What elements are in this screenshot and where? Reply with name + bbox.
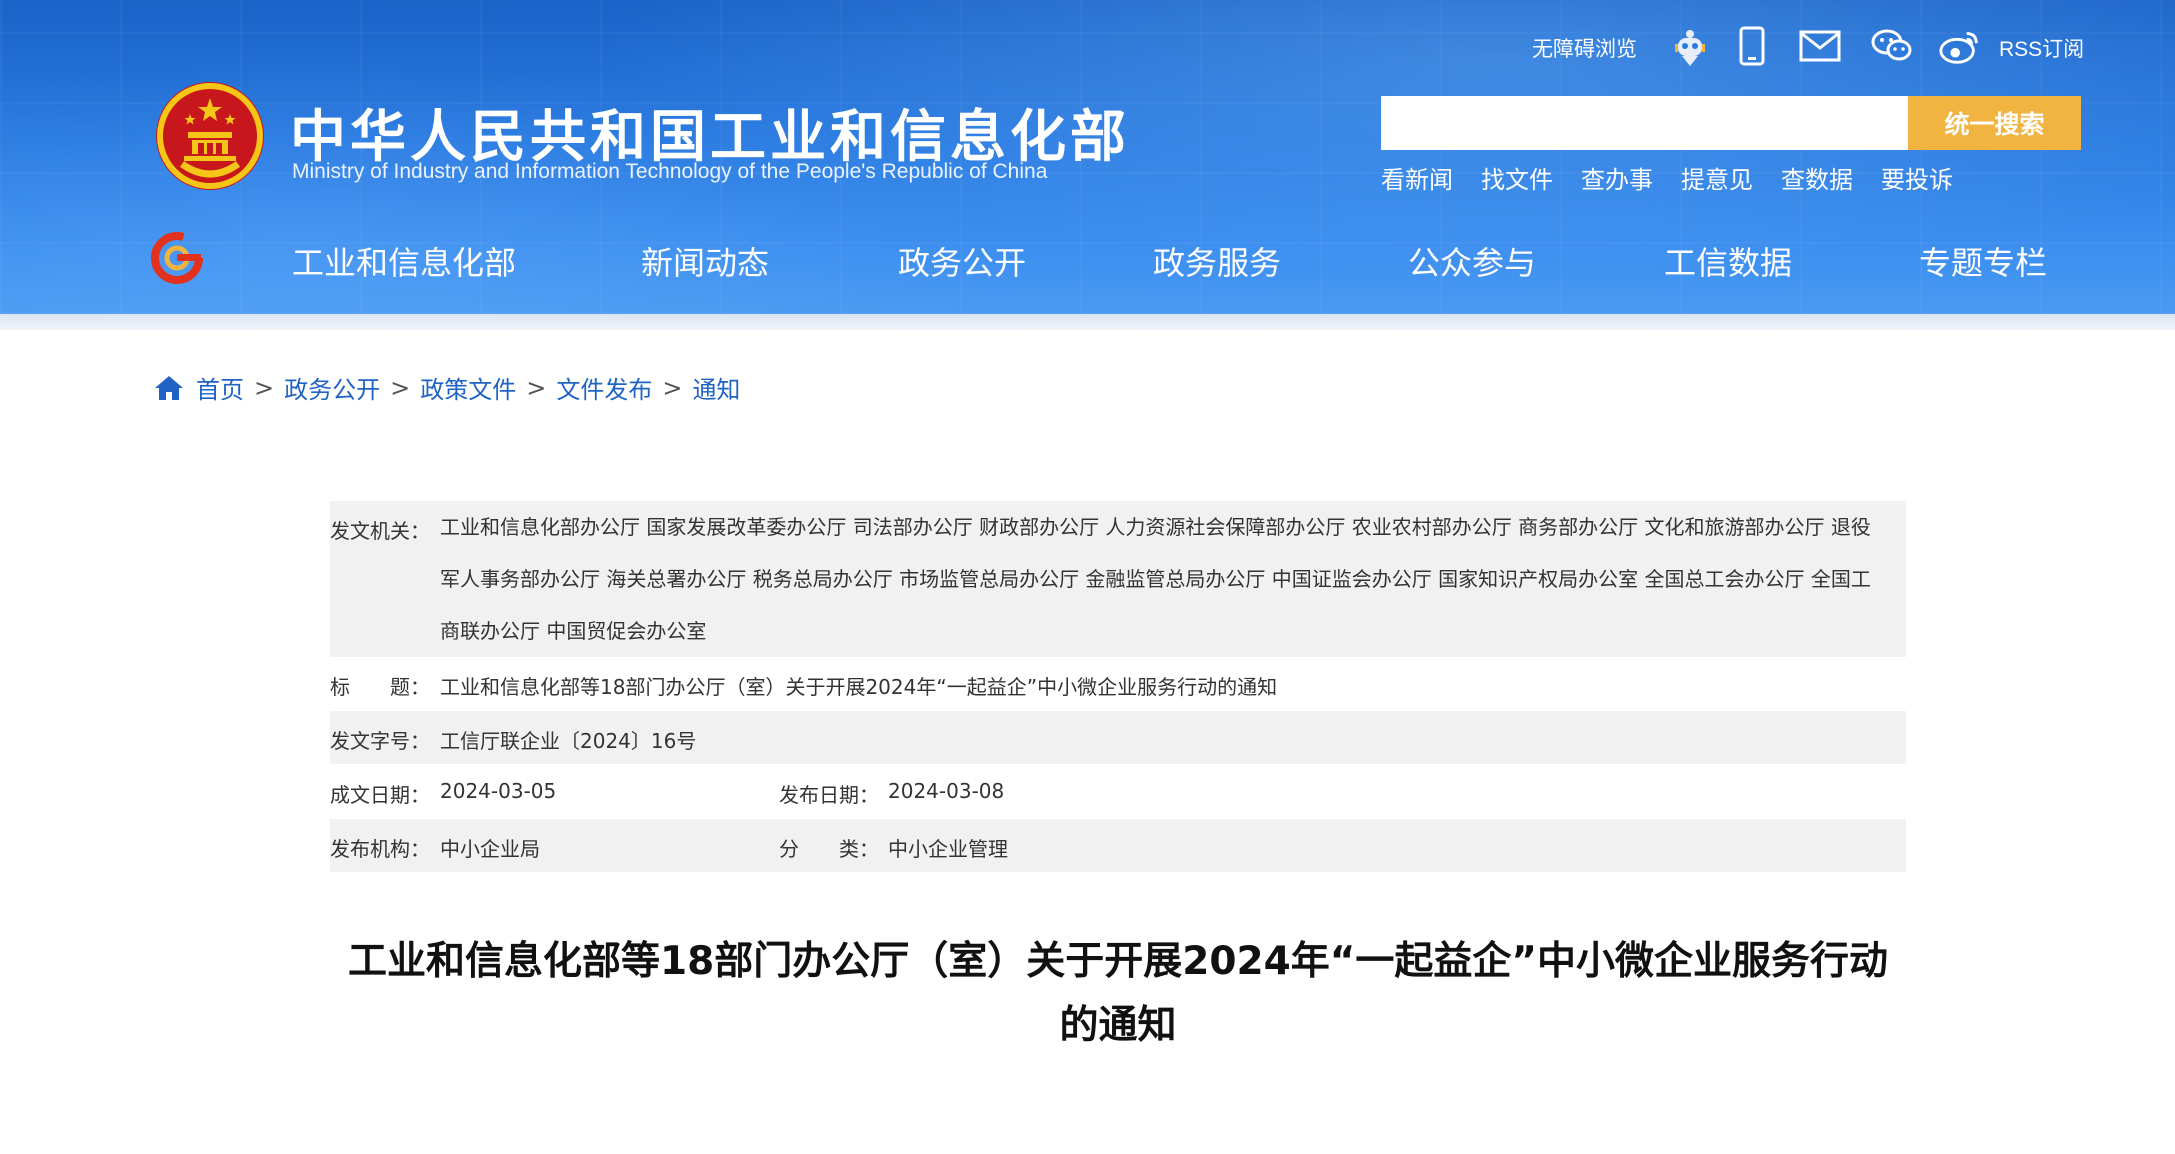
nav-item-gov-services[interactable]: 政务服务	[1153, 238, 1281, 284]
mail-icon[interactable]	[1798, 24, 1842, 68]
quick-link-files[interactable]: 找文件	[1481, 160, 1553, 195]
docno-value: 工信厅联企业〔2024〕16号	[440, 729, 697, 753]
search-input[interactable]	[1381, 96, 1908, 150]
breadcrumb-file-release[interactable]: 文件发布	[556, 370, 652, 405]
national-emblem-icon	[156, 82, 264, 190]
breadcrumb-separator: >	[254, 373, 275, 402]
nav-item-ministry[interactable]: 工业和信息化部	[292, 238, 516, 284]
issuer-label: 发文机关：	[330, 519, 430, 543]
publish-date-value: 2024-03-08	[888, 779, 1005, 803]
quick-link-services[interactable]: 查办事	[1581, 160, 1653, 195]
quick-link-feedback[interactable]: 提意见	[1681, 160, 1753, 195]
accessibility-link[interactable]: 无障碍浏览	[1532, 30, 1637, 66]
title-value: 工业和信息化部等18部门办公厅（室）关于开展2024年“一起益企”中小微企业服务…	[440, 675, 1278, 699]
category-label: 分 类：	[779, 837, 879, 861]
rss-link[interactable]: RSS订阅	[1999, 30, 2084, 66]
info-row-issuer: 发文机关： 工业和信息化部办公厅 国家发展改革委办公厅 司法部办公厅 财政部办公…	[330, 501, 1906, 657]
nav-item-news[interactable]: 新闻动态	[641, 238, 769, 284]
quick-link-complaint[interactable]: 要投诉	[1881, 160, 1953, 195]
nav-item-participation[interactable]: 公众参与	[1408, 238, 1536, 284]
breadcrumb-gov-affairs[interactable]: 政务公开	[284, 370, 380, 405]
breadcrumb-separator: >	[390, 373, 411, 402]
category-value: 中小企业管理	[888, 837, 1008, 861]
written-date-label: 成文日期：	[330, 783, 430, 807]
wechat-icon[interactable]	[1870, 24, 1914, 68]
issuer-value: 工业和信息化部办公厅 国家发展改革委办公厅 司法部办公厅 财政部办公厅 人力资源…	[440, 515, 1871, 643]
home-icon[interactable]	[154, 374, 184, 402]
site-header: 中华人民共和国工业和信息化部 Ministry of Industry and …	[0, 0, 2175, 314]
search-button[interactable]: 统一搜索	[1908, 96, 2081, 150]
nav-item-data[interactable]: 工信数据	[1664, 238, 1792, 284]
quick-link-news[interactable]: 看新闻	[1381, 160, 1453, 195]
breadcrumb-separator: >	[526, 373, 547, 402]
org-value: 中小企业局	[440, 837, 540, 861]
title-label: 标 题：	[330, 675, 430, 699]
breadcrumb-home[interactable]: 首页	[196, 370, 244, 405]
info-row-dates: 成文日期： 2024-03-05 发布日期： 2024-03-08	[330, 764, 1906, 819]
nav-item-topics[interactable]: 专题专栏	[1919, 238, 2047, 284]
article-title: 工业和信息化部等18部门办公厅（室）关于开展2024年“一起益企”中小微企业服务…	[347, 939, 1889, 1048]
docno-label: 发文字号：	[330, 729, 430, 753]
publish-date-label: 发布日期：	[779, 783, 879, 807]
robot-icon[interactable]	[1668, 24, 1712, 68]
breadcrumb-policy-files[interactable]: 政策文件	[420, 370, 516, 405]
info-row-title: 标 题： 工业和信息化部等18部门办公厅（室）关于开展2024年“一起益企”中小…	[330, 657, 1906, 711]
quick-link-data[interactable]: 查数据	[1781, 160, 1853, 195]
mobile-icon[interactable]	[1730, 24, 1774, 68]
main-nav: 工业和信息化部 新闻动态 政务公开 政务服务 公众参与 工信数据 专题专栏	[0, 232, 2175, 284]
breadcrumb-separator: >	[662, 373, 683, 402]
breadcrumb-notice[interactable]: 通知	[692, 370, 740, 405]
quick-links: 看新闻 找文件 查办事 提意见 查数据 要投诉	[1381, 160, 1981, 195]
info-row-docno: 发文字号： 工信厅联企业〔2024〕16号	[330, 711, 1906, 764]
org-label: 发布机构：	[330, 837, 430, 861]
written-date-value: 2024-03-05	[440, 779, 557, 803]
weibo-icon[interactable]	[1938, 24, 1982, 68]
info-row-org: 发布机构： 中小企业局 分 类： 中小企业管理	[330, 819, 1906, 872]
breadcrumb: 首页 > 政务公开 > 政策文件 > 文件发布 > 通知	[154, 370, 740, 405]
nav-item-gov-affairs[interactable]: 政务公开	[898, 238, 1026, 284]
site-subtitle: Ministry of Industry and Information Tec…	[292, 160, 1048, 183]
document-info-table: 发文机关： 工业和信息化部办公厅 国家发展改革委办公厅 司法部办公厅 财政部办公…	[330, 501, 1906, 872]
